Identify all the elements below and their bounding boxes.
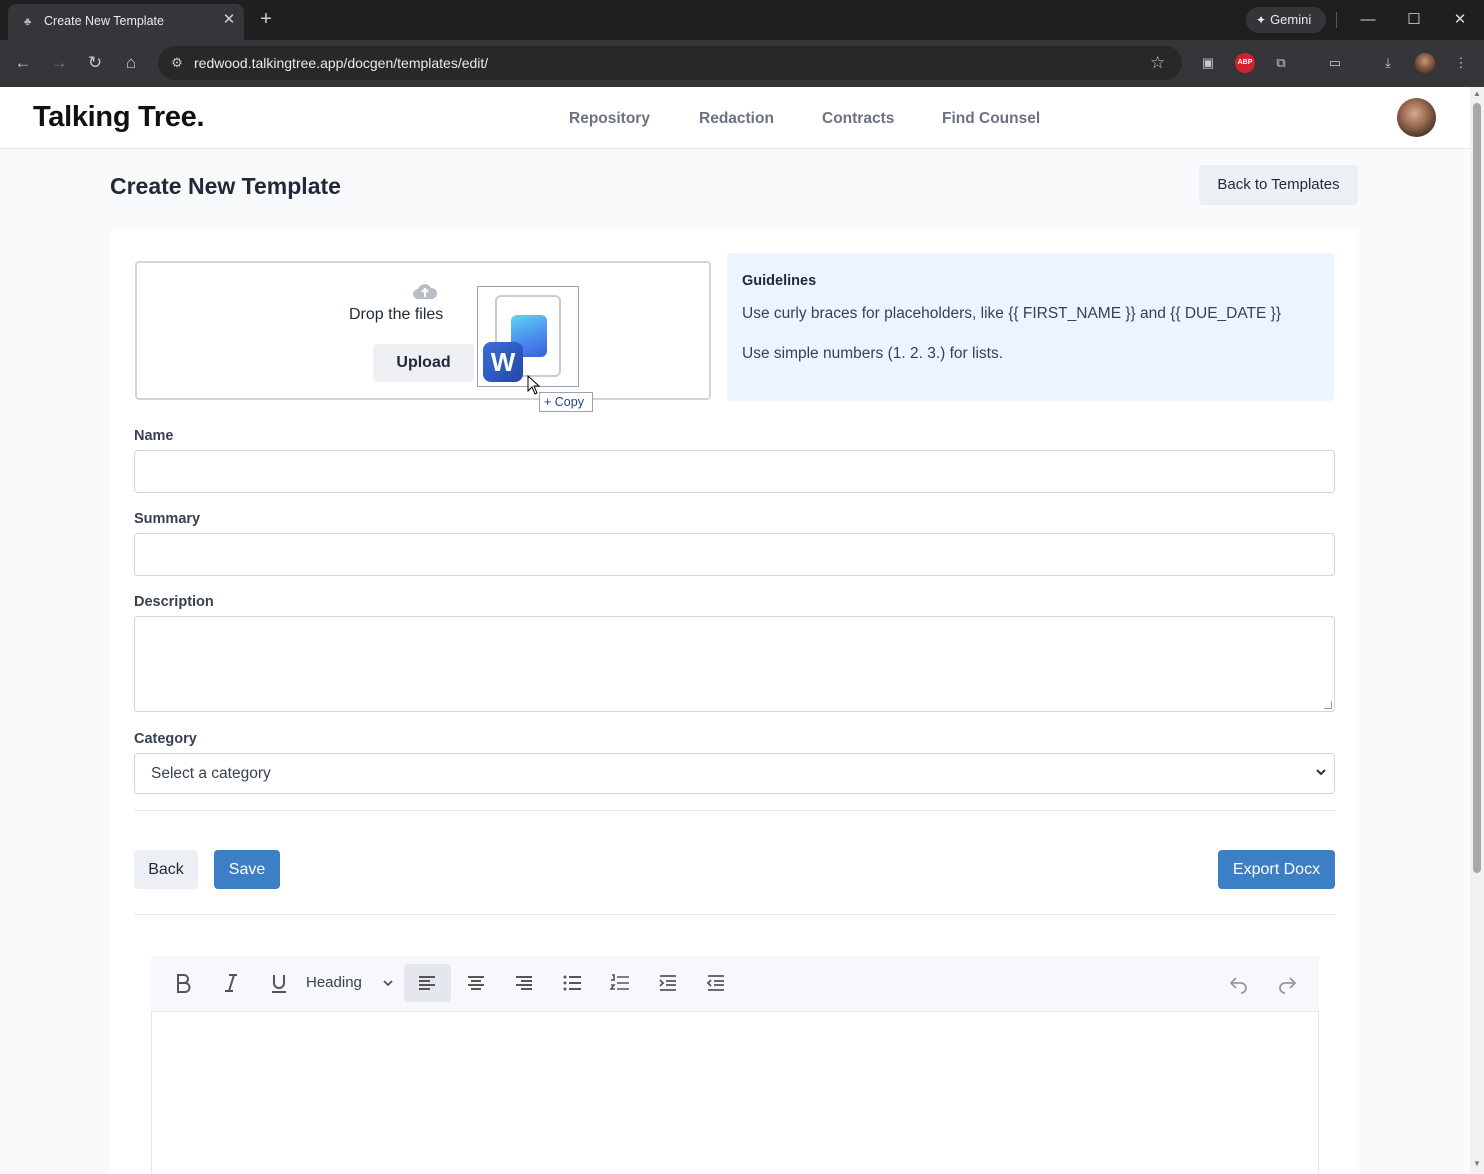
tab-search-icon[interactable]: ▭ xyxy=(1325,53,1345,73)
dragged-file-preview: W xyxy=(477,286,579,387)
close-tab-icon[interactable]: ✕ xyxy=(220,11,238,29)
guidelines-title: Guidelines xyxy=(742,273,817,289)
align-left-icon[interactable] xyxy=(404,964,451,1002)
new-tab-button[interactable]: + xyxy=(255,8,277,30)
forward-arrow-icon[interactable]: → xyxy=(48,52,70,74)
save-button[interactable]: Save xyxy=(214,850,280,889)
site-settings-icon[interactable]: ⚙ xyxy=(168,54,186,72)
section-divider xyxy=(134,914,1335,915)
profile-avatar-icon[interactable] xyxy=(1415,53,1435,73)
nav-repository[interactable]: Repository xyxy=(569,110,650,128)
file-dropzone[interactable]: Drop the files Upload W + Copy xyxy=(135,261,711,412)
name-label: Name xyxy=(134,428,174,444)
description-label: Description xyxy=(134,594,214,610)
name-input[interactable] xyxy=(134,450,1335,493)
category-selected-value: Select a category xyxy=(151,765,271,782)
chevron-down-icon xyxy=(383,980,393,987)
back-button[interactable]: Back xyxy=(134,850,198,889)
site-header: Talking Tree. Repository Redaction Contr… xyxy=(0,87,1470,149)
summary-input[interactable] xyxy=(134,533,1335,576)
window-close-icon[interactable]: ✕ xyxy=(1448,8,1472,32)
bold-icon[interactable] xyxy=(163,964,203,1002)
toolbar-separator xyxy=(1336,12,1337,28)
reload-icon[interactable]: ↻ xyxy=(84,52,106,74)
description-textarea[interactable] xyxy=(134,616,1335,712)
tree-favicon-icon: ♣ xyxy=(24,16,32,28)
minimize-icon[interactable]: — xyxy=(1356,8,1380,32)
guideline-lists: Use simple numbers (1. 2. 3.) for lists. xyxy=(742,345,1003,362)
site-logo[interactable]: Talking Tree. xyxy=(33,101,205,134)
numbered-list-icon[interactable] xyxy=(600,964,640,1002)
url-text: redwood.talkingtree.app/docgen/templates… xyxy=(194,55,489,71)
align-center-icon[interactable] xyxy=(456,964,496,1002)
copy-drop-tooltip: + Copy xyxy=(539,392,593,412)
adblock-icon[interactable]: ABP xyxy=(1235,53,1255,73)
guidelines-panel: Guidelines Use curly braces for placehol… xyxy=(727,253,1334,401)
redo-icon[interactable] xyxy=(1267,964,1307,1002)
page-scrollbar[interactable]: ▲ ▼ xyxy=(1470,87,1484,1174)
page-title: Create New Template xyxy=(110,173,341,199)
italic-icon[interactable] xyxy=(211,964,251,1002)
section-divider xyxy=(134,810,1335,811)
nav-redaction[interactable]: Redaction xyxy=(699,110,774,128)
heading-select[interactable]: Heading xyxy=(306,974,362,991)
home-icon[interactable]: ⌂ xyxy=(120,52,142,74)
extension-icon[interactable]: ▣ xyxy=(1198,53,1218,73)
align-right-icon[interactable] xyxy=(504,964,544,1002)
export-docx-button[interactable]: Export Docx xyxy=(1218,850,1335,889)
browser-tab[interactable]: ♣ Create New Template ✕ xyxy=(8,4,244,40)
nav-find-counsel[interactable]: Find Counsel xyxy=(942,110,1040,128)
tab-title: Create New Template xyxy=(44,14,164,28)
rich-text-editor: Heading xyxy=(151,956,1319,1174)
editor-content-area[interactable] xyxy=(151,1012,1319,1174)
upload-button[interactable]: Upload xyxy=(373,344,474,382)
browser-menu-icon[interactable]: ⋮ xyxy=(1451,53,1471,73)
bookmark-star-icon[interactable]: ☆ xyxy=(1150,53,1165,73)
scroll-down-icon[interactable]: ▼ xyxy=(1472,1159,1482,1168)
user-avatar[interactable] xyxy=(1397,98,1436,137)
scrollbar-thumb[interactable] xyxy=(1473,103,1481,873)
gemini-button[interactable]: ✦ Gemini xyxy=(1246,7,1326,33)
category-label: Category xyxy=(134,731,197,747)
bullet-list-icon[interactable] xyxy=(552,964,592,1002)
category-select[interactable]: Select a category xyxy=(134,753,1335,794)
browser-tab-bar: ♣ Create New Template ✕ + ✦ Gemini — ☐ ✕ xyxy=(0,0,1484,40)
editor-toolbar: Heading xyxy=(151,956,1319,1012)
nav-contracts[interactable]: Contracts xyxy=(822,110,894,128)
guideline-placeholders: Use curly braces for placeholders, like … xyxy=(742,305,1282,322)
underline-icon[interactable] xyxy=(259,964,299,1002)
back-arrow-icon[interactable]: ← xyxy=(12,52,34,74)
template-form-card: Drop the files Upload W + Copy Guideline… xyxy=(110,229,1359,1174)
web-page: Talking Tree. Repository Redaction Contr… xyxy=(0,87,1470,1174)
cloud-upload-icon xyxy=(413,284,438,299)
indent-icon[interactable] xyxy=(648,964,688,1002)
undo-icon[interactable] xyxy=(1219,964,1259,1002)
download-icon[interactable]: ⤓ xyxy=(1378,53,1398,73)
maximize-icon[interactable]: ☐ xyxy=(1402,8,1426,32)
chevron-down-icon xyxy=(1316,769,1326,776)
address-bar[interactable]: ⚙ redwood.talkingtree.app/docgen/templat… xyxy=(158,46,1182,80)
sparkle-icon: ✦ xyxy=(1256,13,1267,27)
back-to-templates-button[interactable]: Back to Templates xyxy=(1199,165,1358,205)
summary-label: Summary xyxy=(134,511,201,527)
resize-handle-icon[interactable] xyxy=(1324,701,1332,709)
gemini-label: Gemini xyxy=(1270,12,1312,27)
word-logo-icon: W xyxy=(483,342,523,382)
scroll-up-icon[interactable]: ▲ xyxy=(1472,89,1482,98)
browser-toolbar: ← → ↻ ⌂ ⚙ redwood.talkingtree.app/docgen… xyxy=(0,40,1484,87)
puzzle-extensions-icon[interactable]: ⧉ xyxy=(1271,53,1291,73)
drop-files-text: Drop the files xyxy=(349,306,444,323)
outdent-icon[interactable] xyxy=(696,964,736,1002)
